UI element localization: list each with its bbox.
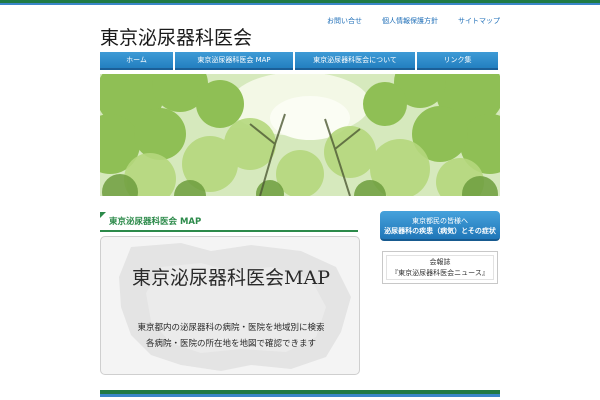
privacy-policy-link[interactable]: 個人情報保護方針	[382, 16, 438, 26]
global-nav: ホーム 東京泌尿器科医会 MAP 東京泌尿器科医会について リンク集	[100, 52, 500, 70]
tokyo-map-silhouette-icon	[119, 243, 351, 371]
newsletter-label: 会報誌	[429, 258, 451, 266]
site-header: 東京泌尿器科医会 お問い合せ 個人情報保護方針 サイトマップ	[100, 5, 500, 50]
heading-corner-mark	[100, 212, 106, 218]
utility-links: お問い合せ 個人情報保護方針 サイトマップ	[327, 16, 500, 26]
map-banner-description-2: 各病院・医院の所在地を地図で確認できます	[145, 339, 316, 349]
citizens-info-button[interactable]: 東京都民の皆様へ 泌尿器科の疾患（病気）とその症状	[380, 211, 500, 241]
map-banner-title: 東京泌尿器科医会MAP	[132, 267, 330, 289]
newsletter-banner[interactable]: 会報誌 『東京泌尿器科医会ニュース』	[382, 251, 498, 284]
map-banner-description-1: 東京都内の泌尿器科の病院・医院を地域別に検索	[137, 323, 325, 333]
nav-about[interactable]: 東京泌尿器科医会について	[295, 52, 415, 70]
hero-tree-illustration	[100, 74, 500, 196]
section-heading-label: 東京泌尿器科医会 MAP	[109, 217, 202, 227]
nav-home[interactable]: ホーム	[100, 52, 173, 70]
newsletter-title: 『東京泌尿器科医会ニュース』	[391, 269, 489, 277]
nav-map[interactable]: 東京泌尿器科医会 MAP	[175, 52, 293, 70]
hero-image-trees	[100, 74, 500, 196]
nav-links[interactable]: リンク集	[417, 52, 498, 70]
site-title[interactable]: 東京泌尿器科医会	[100, 23, 252, 50]
section-heading-map: 東京泌尿器科医会 MAP	[100, 212, 358, 232]
citizens-info-line2: 泌尿器科の疾患（病気）とその症状	[384, 227, 496, 235]
citizens-info-line1: 東京都民の皆様へ	[412, 217, 468, 225]
footer-accent-stripe	[100, 390, 500, 400]
map-banner-card[interactable]: 東京泌尿器科医会MAP 東京都内の泌尿器科の病院・医院を地域別に検索 各病院・医…	[100, 236, 360, 375]
contact-link[interactable]: お問い合せ	[327, 16, 362, 26]
sitemap-link[interactable]: サイトマップ	[458, 16, 500, 26]
